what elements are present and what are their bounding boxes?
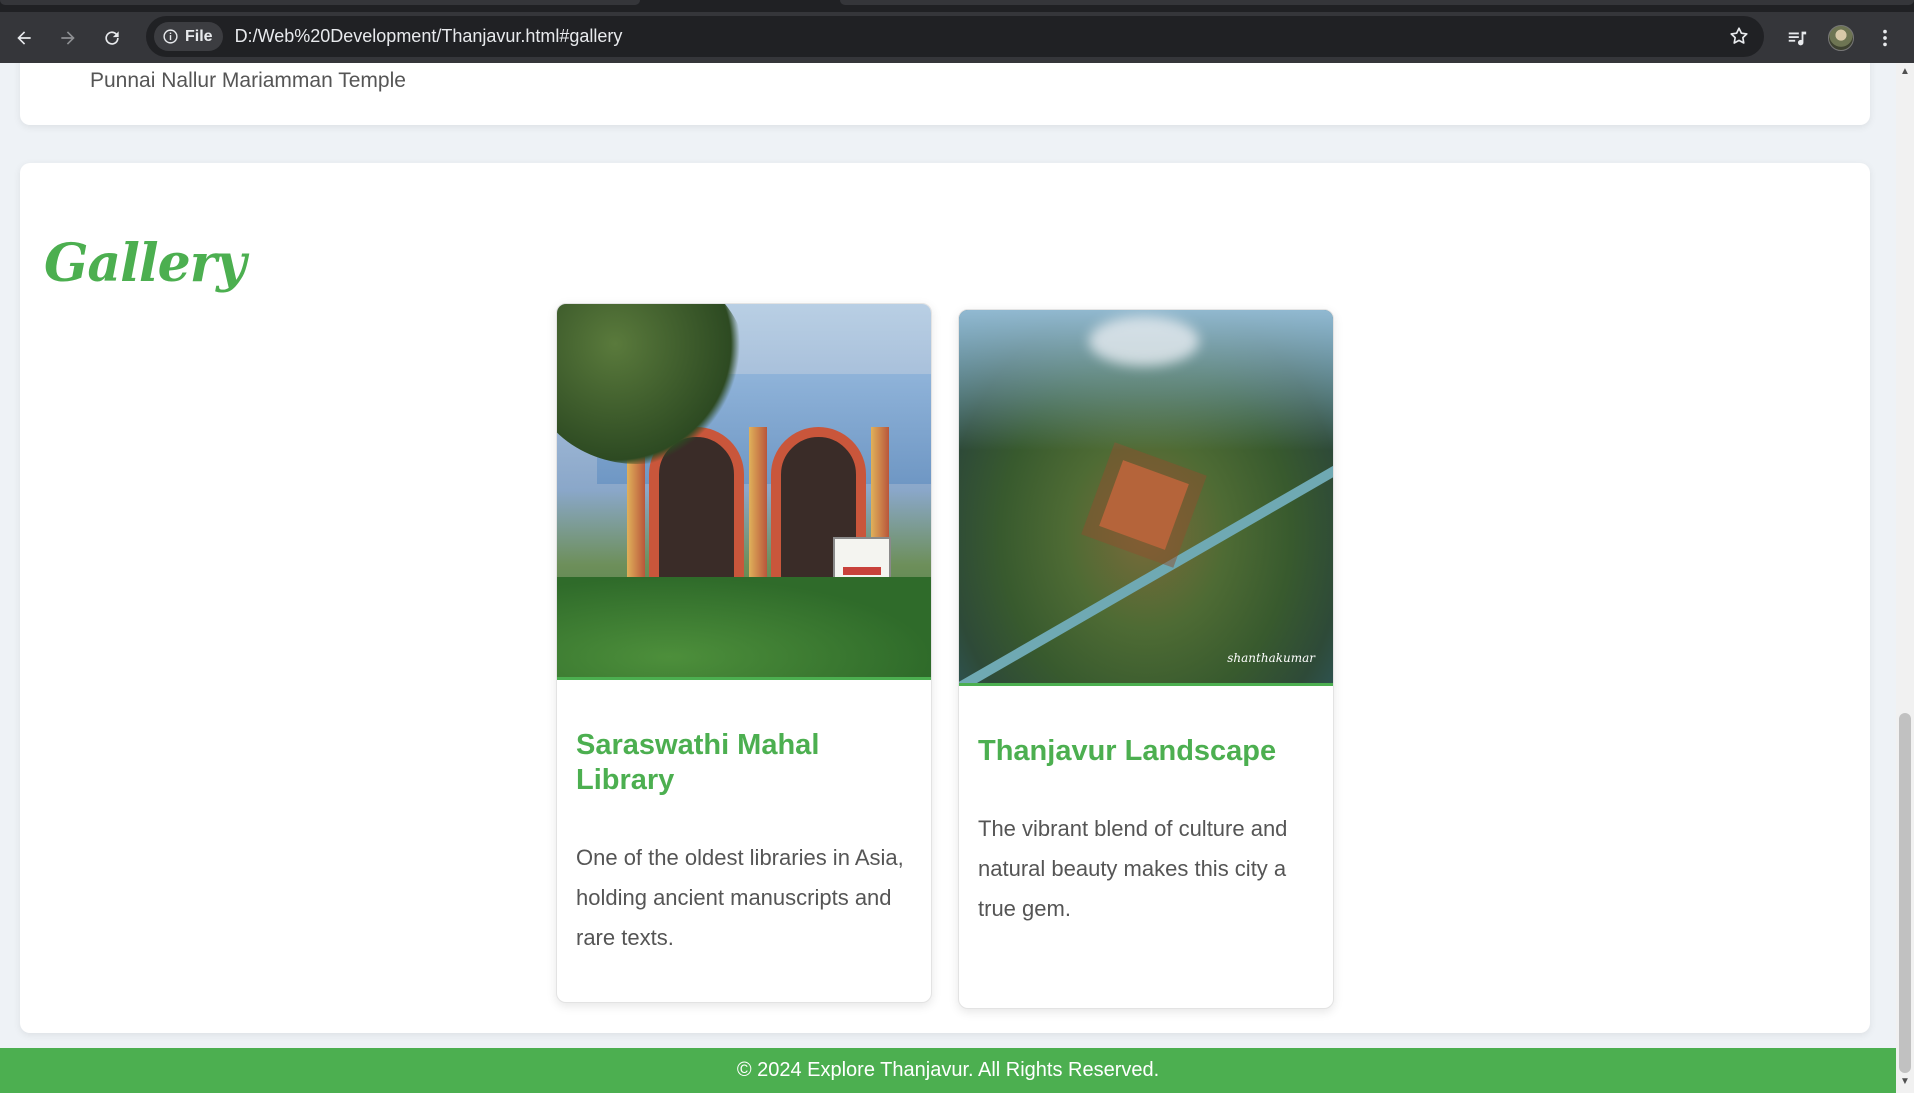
gallery-item-thanjavur-landscape[interactable]: shanthakumar Thanjavur Landscape The vib… — [958, 309, 1334, 1009]
gallery-item-saraswathi-mahal[interactable]: Saraswathi Mahal Library One of the olde… — [556, 303, 932, 1003]
scrollbar-thumb[interactable] — [1899, 713, 1911, 1073]
thanjavur-landscape-image: shanthakumar — [959, 310, 1333, 686]
gallery-item-description: One of the oldest libraries in Asia, hol… — [576, 845, 904, 950]
more-vertical-icon — [1883, 29, 1887, 46]
page-viewport: Punnai Nallur Mariamman Temple Gallery S… — [0, 63, 1896, 1093]
previous-section-cut-text: Punnai Nallur Mariamman Temple — [90, 69, 406, 92]
site-info-chip[interactable]: File — [154, 22, 223, 51]
reload-button[interactable] — [90, 18, 134, 58]
back-button[interactable] — [2, 18, 46, 58]
queue-music-icon — [1788, 31, 1807, 45]
profile-button[interactable] — [1822, 19, 1860, 57]
menu-button[interactable] — [1866, 19, 1904, 57]
gallery-item-description: The vibrant blend of culture and natural… — [978, 816, 1288, 921]
image-signature: shanthakumar — [1227, 651, 1315, 665]
page-scrollbar[interactable]: ▲ ▼ — [1896, 63, 1914, 1093]
bookmark-star-icon[interactable] — [1728, 25, 1750, 47]
gallery-item-body: Saraswathi Mahal Library One of the olde… — [557, 680, 931, 958]
avatar — [1828, 24, 1854, 51]
arrow-left-icon — [17, 30, 31, 45]
url-text[interactable]: D:/Web%20Development/Thanjavur.html#gall… — [235, 26, 623, 47]
toolbar-right-actions — [1778, 12, 1914, 63]
info-icon — [163, 29, 178, 44]
gallery-item-title: Saraswathi Mahal Library — [576, 729, 820, 796]
gallery-title: Gallery — [44, 233, 246, 294]
tab-edge-left[interactable] — [0, 0, 640, 5]
site-chip-label: File — [185, 27, 213, 45]
footer-text: © 2024 Explore Thanjavur. All Rights Res… — [736, 1059, 1160, 1081]
arrow-right-icon — [61, 30, 75, 45]
browser-toolbar: File D:/Web%20Development/Thanjavur.html… — [0, 12, 1914, 63]
scroll-down-arrow-icon[interactable]: ▼ — [1900, 1077, 1910, 1087]
page-footer: © 2024 Explore Thanjavur. All Rights Res… — [0, 1048, 1896, 1093]
gallery-item-body: Thanjavur Landscape The vibrant blend of… — [959, 686, 1333, 929]
gallery-section: Gallery Saraswathi Mahal Library One of … — [20, 163, 1870, 1033]
tab-strip — [0, 0, 1914, 12]
gallery-item-title: Thanjavur Landscape — [978, 735, 1277, 767]
saraswathi-mahal-library-image — [557, 304, 931, 680]
previous-section-card: Punnai Nallur Mariamman Temple — [20, 63, 1870, 125]
scroll-up-arrow-icon[interactable]: ▲ — [1900, 67, 1910, 77]
address-bar[interactable]: File D:/Web%20Development/Thanjavur.html… — [146, 16, 1764, 57]
tab-edge-right[interactable] — [840, 0, 1914, 5]
media-controls-button[interactable] — [1778, 19, 1816, 57]
forward-button[interactable] — [46, 18, 90, 58]
reload-icon — [105, 30, 119, 45]
